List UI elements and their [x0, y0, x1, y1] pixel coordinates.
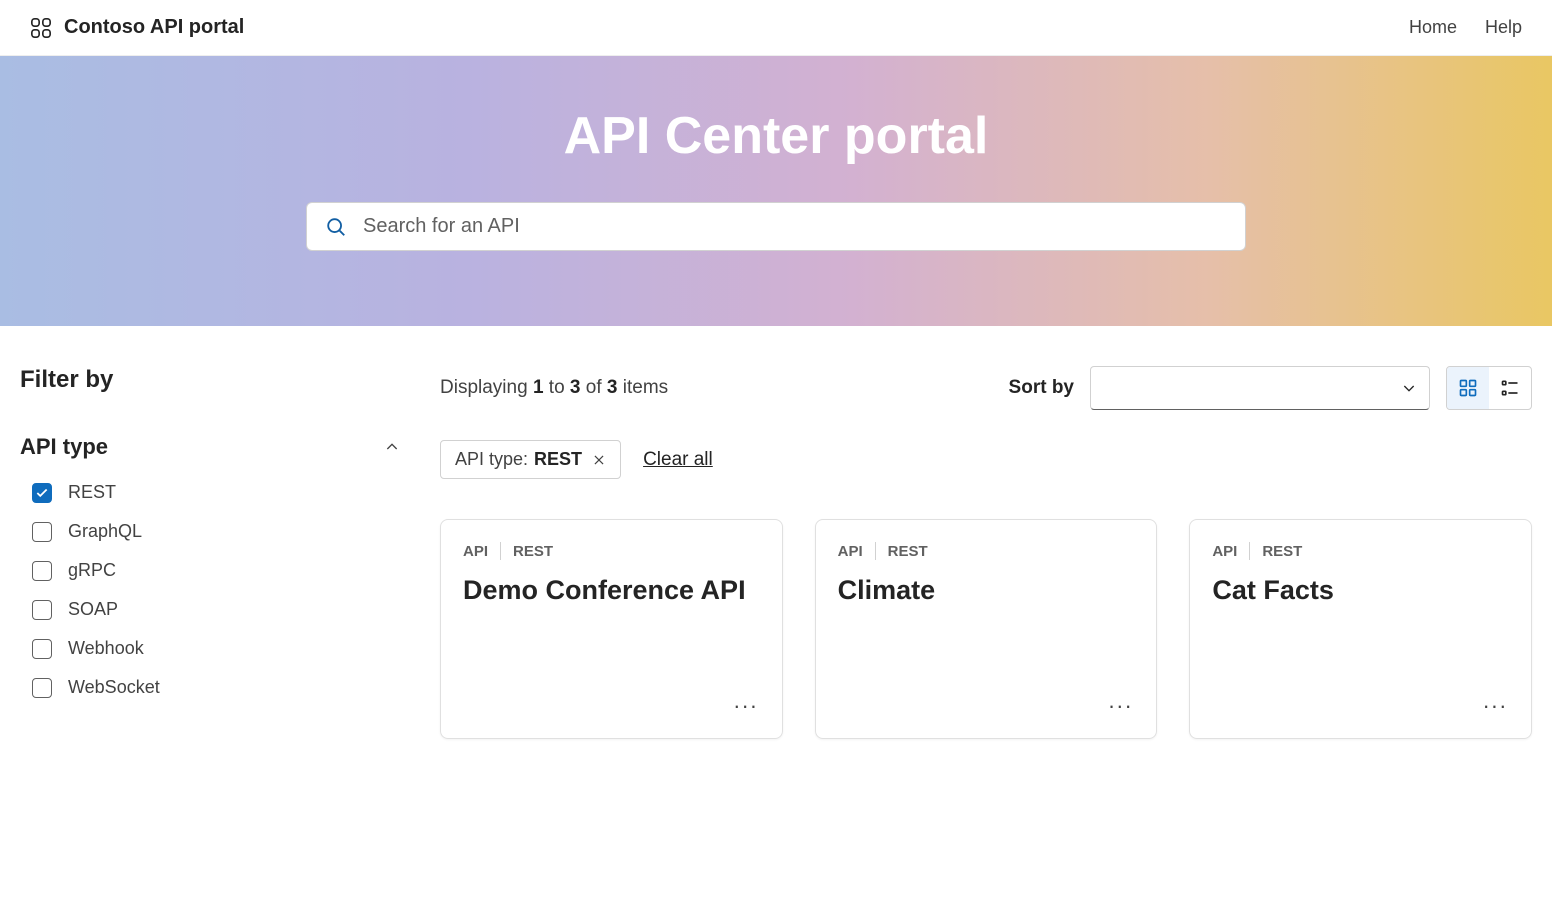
api-card[interactable]: API REST Demo Conference API ··· [440, 519, 783, 739]
more-icon[interactable]: ··· [1106, 692, 1134, 720]
hero-title: API Center portal [564, 106, 989, 166]
filter-option-grpc[interactable]: gRPC [32, 560, 400, 581]
checkbox-icon [32, 639, 52, 659]
filter-option-websocket[interactable]: WebSocket [32, 677, 400, 698]
filter-option-graphql[interactable]: GraphQL [32, 521, 400, 542]
cards-grid: API REST Demo Conference API ··· API RES… [440, 519, 1532, 739]
card-footer: ··· [1212, 692, 1509, 720]
filter-label: Webhook [68, 638, 144, 659]
card-tag-type: REST [888, 543, 928, 560]
main: Filter by API type REST GraphQL [0, 326, 1552, 779]
chevron-down-icon [1401, 380, 1417, 396]
filter-group-toggle[interactable]: API type [20, 434, 400, 460]
filter-label: GraphQL [68, 521, 142, 542]
brand-name: Contoso API portal [64, 16, 244, 39]
list-view-button[interactable] [1489, 367, 1531, 409]
chip-label: API type: [455, 449, 528, 470]
search-box[interactable] [306, 202, 1246, 251]
search-icon [325, 216, 347, 238]
card-footer: ··· [463, 692, 760, 720]
filter-label: SOAP [68, 599, 118, 620]
displaying-text: Displaying 1 to 3 of 3 items [440, 377, 668, 399]
api-card[interactable]: API REST Cat Facts ··· [1189, 519, 1532, 739]
checkbox-checked-icon [32, 483, 52, 503]
filter-option-soap[interactable]: SOAP [32, 599, 400, 620]
search-input[interactable] [363, 215, 1227, 238]
grid-view-icon [1458, 378, 1478, 398]
card-tag-type: REST [513, 543, 553, 560]
view-toggle [1446, 366, 1532, 410]
filter-group-title: API type [20, 434, 108, 460]
content-header: Displaying 1 to 3 of 3 items Sort by [440, 366, 1532, 410]
nav-home[interactable]: Home [1409, 17, 1457, 38]
card-footer: ··· [838, 692, 1135, 720]
close-icon[interactable] [592, 453, 606, 467]
card-tag-api: API [463, 543, 488, 560]
api-card[interactable]: API REST Climate ··· [815, 519, 1158, 739]
card-title: Demo Conference API [463, 574, 760, 608]
card-tag-api: API [838, 543, 863, 560]
filter-options: REST GraphQL gRPC SOAP Webhook [20, 482, 400, 698]
app-logo-icon [30, 17, 52, 39]
card-tags: API REST [463, 542, 760, 560]
card-title: Climate [838, 574, 1135, 608]
chip-value: REST [534, 449, 582, 470]
card-tag-api: API [1212, 543, 1237, 560]
nav-help[interactable]: Help [1485, 17, 1522, 38]
filter-chips-row: API type: REST Clear all [440, 440, 1532, 479]
filter-option-webhook[interactable]: Webhook [32, 638, 400, 659]
checkbox-icon [32, 561, 52, 581]
chevron-up-icon [384, 439, 400, 455]
filter-label: gRPC [68, 560, 116, 581]
card-tags: API REST [838, 542, 1135, 560]
divider [500, 542, 501, 560]
sort-by-label: Sort by [1009, 377, 1074, 399]
card-tag-type: REST [1262, 543, 1302, 560]
filter-label: WebSocket [68, 677, 160, 698]
divider [875, 542, 876, 560]
divider [1249, 542, 1250, 560]
more-icon[interactable]: ··· [1481, 692, 1509, 720]
filter-label: REST [68, 482, 116, 503]
clear-all-button[interactable]: Clear all [643, 449, 713, 471]
sort-select[interactable] [1090, 366, 1430, 410]
sidebar: Filter by API type REST GraphQL [20, 366, 400, 739]
card-tags: API REST [1212, 542, 1509, 560]
grid-view-button[interactable] [1447, 367, 1489, 409]
content: Displaying 1 to 3 of 3 items Sort by [440, 366, 1532, 739]
filter-option-rest[interactable]: REST [32, 482, 400, 503]
filter-group-api-type: API type REST GraphQL gRP [20, 434, 400, 698]
nav-links: Home Help [1409, 17, 1522, 38]
filter-chip-api-type[interactable]: API type: REST [440, 440, 621, 479]
checkbox-icon [32, 600, 52, 620]
card-title: Cat Facts [1212, 574, 1509, 608]
checkbox-icon [32, 522, 52, 542]
top-nav: Contoso API portal Home Help [0, 0, 1552, 56]
checkbox-icon [32, 678, 52, 698]
more-icon[interactable]: ··· [732, 692, 760, 720]
filter-by-heading: Filter by [20, 366, 400, 394]
brand[interactable]: Contoso API portal [30, 16, 244, 39]
content-header-right: Sort by [1009, 366, 1532, 410]
list-view-icon [1500, 378, 1520, 398]
hero: API Center portal [0, 56, 1552, 326]
